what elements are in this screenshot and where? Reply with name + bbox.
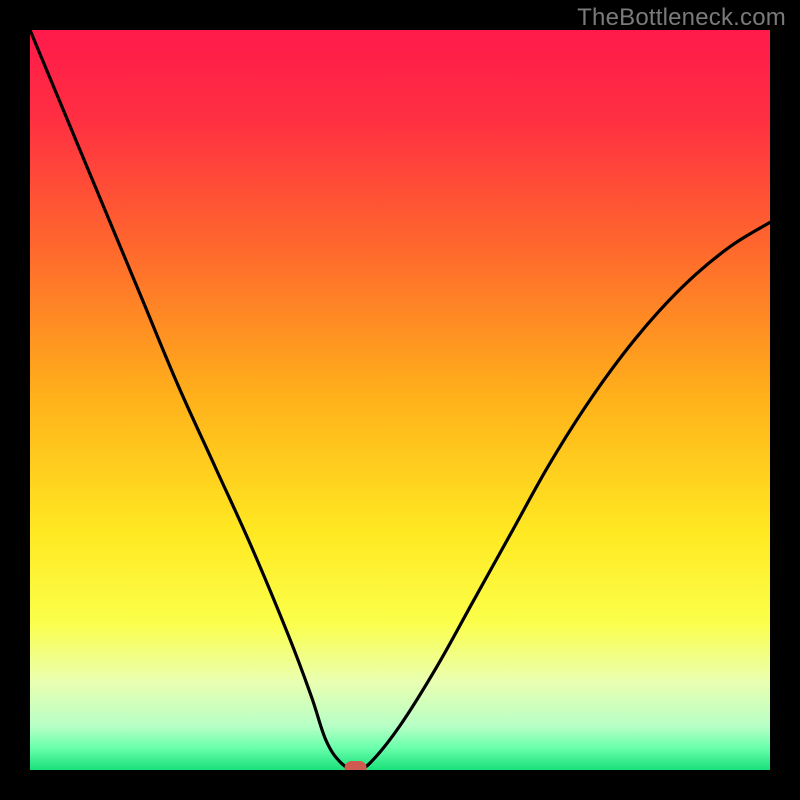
watermark-text: TheBottleneck.com <box>577 4 786 32</box>
chart-background <box>30 30 770 770</box>
bottleneck-chart <box>30 30 770 770</box>
chart-frame: TheBottleneck.com <box>0 0 800 800</box>
optimum-marker <box>345 761 367 770</box>
